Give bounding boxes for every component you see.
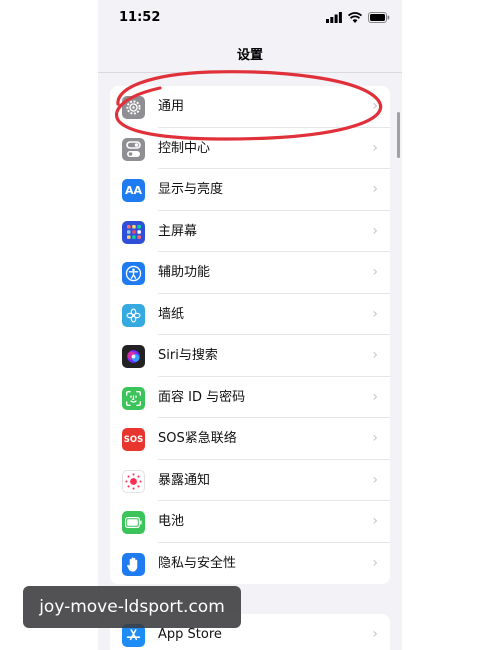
settings-row-label: 主屏幕 xyxy=(158,223,198,239)
display-brightness-icon: AA xyxy=(122,179,145,202)
status-bar: 11:52 xyxy=(98,0,402,34)
settings-row-label: Siri与搜索 xyxy=(158,348,218,363)
status-icons xyxy=(326,11,390,23)
settings-row-control-center[interactable]: 控制中心 › xyxy=(110,128,390,169)
settings-row-display-brightness[interactable]: AA 显示与亮度 › xyxy=(110,169,390,211)
sos-icon: SOS xyxy=(122,428,145,451)
chevron-right-icon: › xyxy=(372,388,378,405)
home-screen-icon xyxy=(122,220,145,244)
chevron-right-icon: › xyxy=(372,264,378,280)
scrollbar[interactable] xyxy=(397,112,400,158)
settings-row-label: 显示与亮度 xyxy=(158,182,224,197)
chevron-right-icon: › xyxy=(372,98,378,114)
settings-list: 通用 › 控制中心 › AA 显示与亮度 › 主屏幕 › 辅助功能 › 墙纸 ›… xyxy=(110,86,390,584)
sos-glyph: SOS xyxy=(123,434,144,445)
page-title: 设置 xyxy=(236,48,263,63)
wifi-icon xyxy=(348,11,362,23)
chevron-right-icon: › xyxy=(372,305,378,322)
face-id-icon xyxy=(122,386,145,410)
chevron-right-icon: › xyxy=(372,139,378,156)
settings-row-emergency-sos[interactable]: SOS SOS紧急联络 › xyxy=(110,418,390,460)
settings-row-label: 隐私与安全性 xyxy=(158,555,237,571)
chevron-right-icon: › xyxy=(372,181,378,197)
signal-icon xyxy=(326,11,342,23)
chevron-right-icon: › xyxy=(372,471,378,488)
settings-row-label: 电池 xyxy=(158,514,185,529)
chevron-right-icon: › xyxy=(372,626,378,642)
settings-row-exposure-notifications[interactable]: 暴露通知 › xyxy=(110,460,390,501)
nav-divider xyxy=(98,72,402,73)
battery-icon xyxy=(122,511,145,534)
battery-status-icon xyxy=(368,11,390,23)
settings-row-label: 控制中心 xyxy=(158,140,211,156)
phone-screen: 11:52 设置 通用 › 控制中心 › AA 显示与亮度 › 主屏幕 › 辅助… xyxy=(98,0,402,650)
siri-icon xyxy=(122,345,145,368)
chevron-right-icon: › xyxy=(372,430,378,446)
settings-row-label: SOS紧急联络 xyxy=(158,431,237,446)
settings-row-privacy-security[interactable]: 隐私与安全性 › xyxy=(110,543,390,585)
settings-row-label: 通用 xyxy=(158,99,185,114)
control-center-icon xyxy=(122,137,145,161)
settings-row-general[interactable]: 通用 › xyxy=(110,86,390,128)
settings-row-home-screen[interactable]: 主屏幕 › xyxy=(110,211,390,252)
chevron-right-icon: › xyxy=(372,222,378,239)
gear-icon xyxy=(122,96,145,119)
chevron-right-icon: › xyxy=(372,554,378,571)
watermark-overlay: joy-move-ldsport.com xyxy=(23,586,241,628)
accessibility-icon xyxy=(122,262,145,285)
settings-row-label: 墙纸 xyxy=(158,306,185,322)
settings-row-battery[interactable]: 电池 › xyxy=(110,501,390,543)
privacy-hand-icon xyxy=(122,552,145,576)
settings-row-accessibility[interactable]: 辅助功能 › xyxy=(110,252,390,294)
display-brightness-glyph: AA xyxy=(124,184,143,197)
wallpaper-icon xyxy=(122,303,145,327)
settings-row-label: 暴露通知 xyxy=(158,472,211,488)
chevron-right-icon: › xyxy=(372,347,378,363)
status-time: 11:52 xyxy=(119,10,161,25)
settings-row-label: 辅助功能 xyxy=(158,265,211,280)
settings-row-face-id-passcode[interactable]: 面容 ID 与密码 › xyxy=(110,377,390,418)
settings-row-wallpaper[interactable]: 墙纸 › xyxy=(110,294,390,335)
settings-row-siri-search[interactable]: Siri与搜索 › xyxy=(110,335,390,377)
chevron-right-icon: › xyxy=(372,513,378,529)
settings-row-label: 面容 ID 与密码 xyxy=(158,389,246,405)
exposure-notification-icon xyxy=(122,469,145,493)
